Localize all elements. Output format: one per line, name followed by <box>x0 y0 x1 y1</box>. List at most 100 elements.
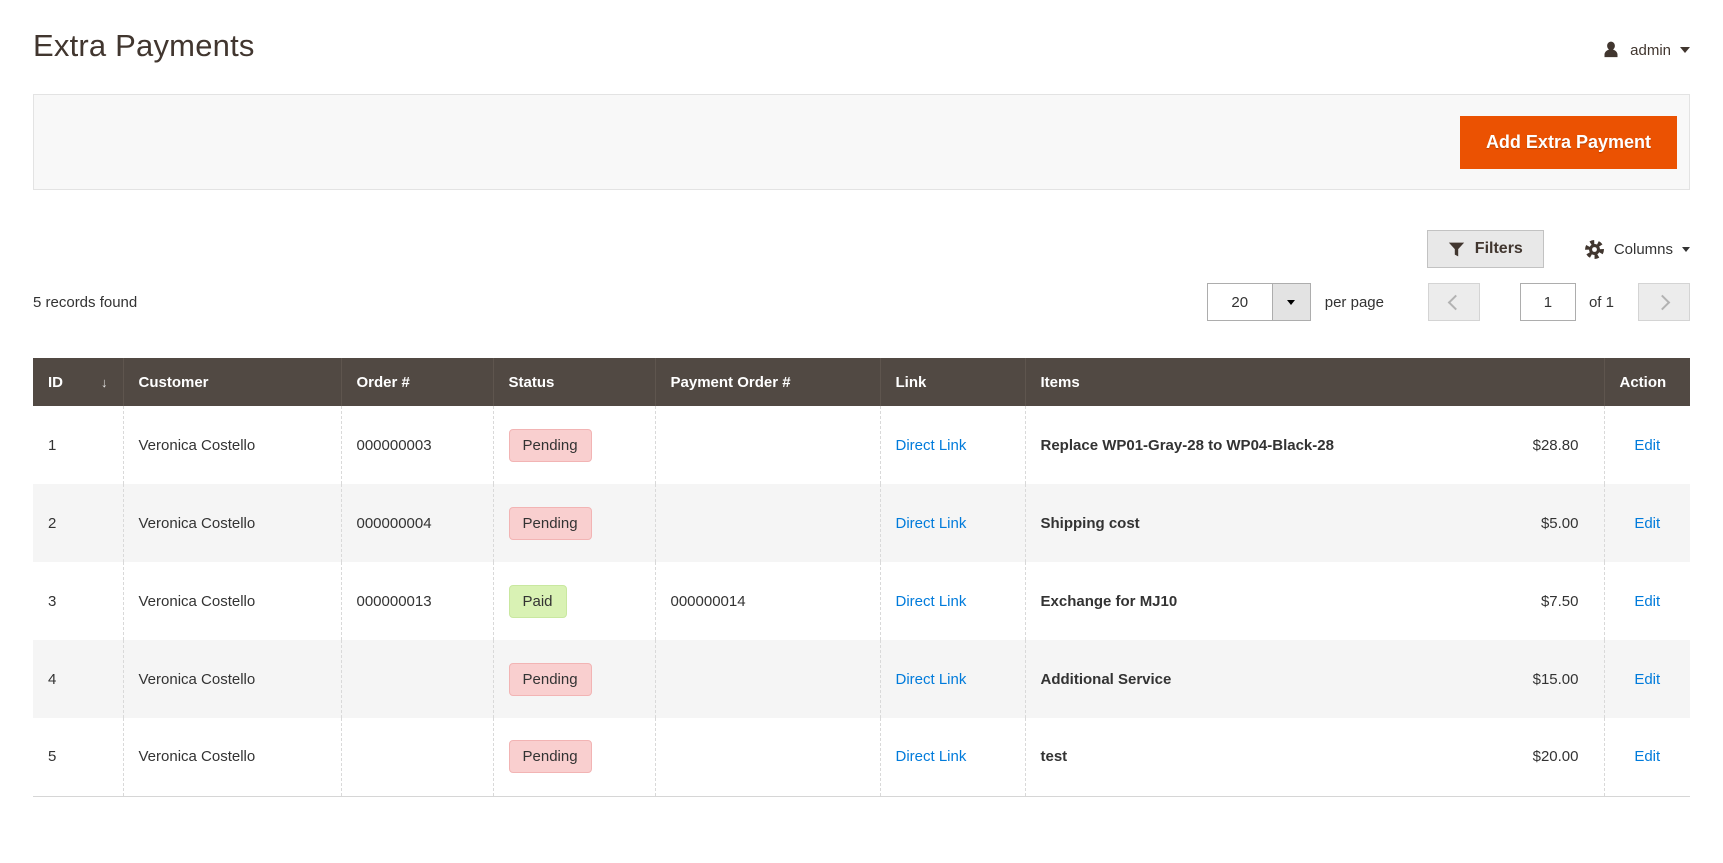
column-header-link[interactable]: Link <box>880 358 1025 406</box>
user-avatar-icon <box>1601 40 1621 60</box>
records-pagination-row: 5 records found 20 per page of 1 <box>33 282 1690 322</box>
page-header: Extra Payments admin <box>33 0 1690 64</box>
sort-direction-icon: ↓ <box>101 375 108 390</box>
column-header-action[interactable]: Action <box>1604 358 1690 406</box>
cell-payment-order-number <box>655 406 880 484</box>
table-header-row: ID↓ Customer Order # Status Payment Order # L… <box>33 358 1690 406</box>
cell-id: 3 <box>33 562 123 640</box>
edit-link[interactable]: Edit <box>1634 748 1660 765</box>
direct-link[interactable]: Direct Link <box>896 437 967 454</box>
add-extra-payment-button[interactable]: Add Extra Payment <box>1460 116 1677 169</box>
cell-id: 1 <box>33 406 123 484</box>
cell-order-number <box>341 718 493 796</box>
cell-order-number <box>341 640 493 718</box>
cell-status: Pending <box>493 640 655 718</box>
per-page-select[interactable]: 20 <box>1207 283 1311 321</box>
extra-payments-table: ID↓ Customer Order # Status Payment Order # L… <box>33 358 1690 797</box>
column-header-id[interactable]: ID↓ <box>33 358 123 406</box>
chevron-down-icon <box>1287 300 1295 305</box>
cell-id: 4 <box>33 640 123 718</box>
cell-items: test $20.00 <box>1025 718 1604 796</box>
edit-link[interactable]: Edit <box>1634 671 1660 688</box>
cell-link: Direct Link <box>880 484 1025 562</box>
item-name: Replace WP01-Gray-28 to WP04-Black-28 <box>1041 437 1334 454</box>
cell-customer: Veronica Costello <box>123 484 341 562</box>
column-header-label: Payment Order # <box>671 374 791 391</box>
table-row: 1Veronica Costello000000003PendingDirect… <box>33 406 1690 484</box>
table-row: 5Veronica Costello Pending Direct Link test… <box>33 718 1690 796</box>
cell-items: Additional Service$15.00 <box>1025 640 1604 718</box>
select-arrow-area[interactable] <box>1272 284 1310 320</box>
cell-items: Shipping cost$5.00 <box>1025 484 1604 562</box>
cell-status: Pending <box>493 718 655 796</box>
column-header-order[interactable]: Order # <box>341 358 493 406</box>
cell-action: Edit <box>1604 406 1690 484</box>
item-price: $5.00 <box>1541 515 1579 532</box>
chevron-right-icon <box>1654 294 1670 310</box>
status-badge: Pending <box>509 740 592 773</box>
cell-id: 5 <box>33 718 123 796</box>
filter-funnel-icon <box>1448 241 1465 258</box>
column-header-label: Customer <box>139 374 209 391</box>
total-pages-label: of 1 <box>1589 294 1614 311</box>
cell-items: Replace WP01-Gray-28 to WP04-Black-28 $28… <box>1025 406 1604 484</box>
direct-link[interactable]: Direct Link <box>896 515 967 532</box>
column-header-payment-order[interactable]: Payment Order # <box>655 358 880 406</box>
cell-payment-order-number <box>655 718 880 796</box>
column-header-status[interactable]: Status <box>493 358 655 406</box>
page-title: Extra Payments <box>33 28 255 64</box>
direct-link[interactable]: Direct Link <box>896 671 967 688</box>
cell-customer: Veronica Costello <box>123 562 341 640</box>
column-header-items[interactable]: Items <box>1025 358 1604 406</box>
per-page-selected-value: 20 <box>1208 284 1272 320</box>
gear-icon <box>1584 239 1605 260</box>
table-row: 3Veronica Costello000000013Paid000000014… <box>33 562 1690 640</box>
item-price: $20.00 <box>1533 748 1579 765</box>
previous-page-button[interactable] <box>1428 283 1480 321</box>
cell-action: Edit <box>1604 640 1690 718</box>
cell-action: Edit <box>1604 562 1690 640</box>
edit-link[interactable]: Edit <box>1634 515 1660 532</box>
grid-controls-row: Filters Columns <box>33 230 1690 268</box>
cell-customer: Veronica Costello <box>123 718 341 796</box>
admin-user-menu[interactable]: admin <box>1601 40 1690 60</box>
cell-status: Pending <box>493 406 655 484</box>
per-page-label: per page <box>1325 294 1384 311</box>
column-header-label: Order # <box>357 374 410 391</box>
filters-button[interactable]: Filters <box>1427 230 1544 268</box>
direct-link[interactable]: Direct Link <box>896 748 967 765</box>
cell-items: Exchange for MJ10$7.50 <box>1025 562 1604 640</box>
filters-button-label: Filters <box>1475 240 1523 258</box>
chevron-down-icon <box>1682 247 1690 252</box>
cell-payment-order-number <box>655 640 880 718</box>
next-page-button[interactable] <box>1638 283 1690 321</box>
cell-customer: Veronica Costello <box>123 640 341 718</box>
table-row: 4Veronica Costello Pending Direct Link Addi… <box>33 640 1690 718</box>
cell-id: 2 <box>33 484 123 562</box>
cell-order-number: 000000004 <box>341 484 493 562</box>
edit-link[interactable]: Edit <box>1634 437 1660 454</box>
columns-label: Columns <box>1614 241 1673 258</box>
cell-link: Direct Link <box>880 406 1025 484</box>
item-price: $28.80 <box>1533 437 1579 454</box>
chevron-down-icon <box>1680 47 1690 53</box>
cell-order-number: 000000013 <box>341 562 493 640</box>
page-actions-toolbar: Add Extra Payment <box>33 94 1690 190</box>
item-name: test <box>1041 748 1068 765</box>
status-badge: Pending <box>509 507 592 540</box>
username-label: admin <box>1630 42 1671 59</box>
column-header-customer[interactable]: Customer <box>123 358 341 406</box>
item-name: Additional Service <box>1041 671 1172 688</box>
cell-customer: Veronica Costello <box>123 406 341 484</box>
cell-payment-order-number <box>655 484 880 562</box>
item-name: Exchange for MJ10 <box>1041 593 1178 610</box>
column-header-label: Status <box>509 374 555 391</box>
edit-link[interactable]: Edit <box>1634 593 1660 610</box>
status-badge: Pending <box>509 429 592 462</box>
column-header-label: Items <box>1041 374 1080 391</box>
column-header-label: Link <box>896 374 927 391</box>
columns-control[interactable]: Columns <box>1584 239 1690 260</box>
current-page-input[interactable] <box>1520 283 1576 321</box>
direct-link[interactable]: Direct Link <box>896 593 967 610</box>
status-badge: Pending <box>509 663 592 696</box>
